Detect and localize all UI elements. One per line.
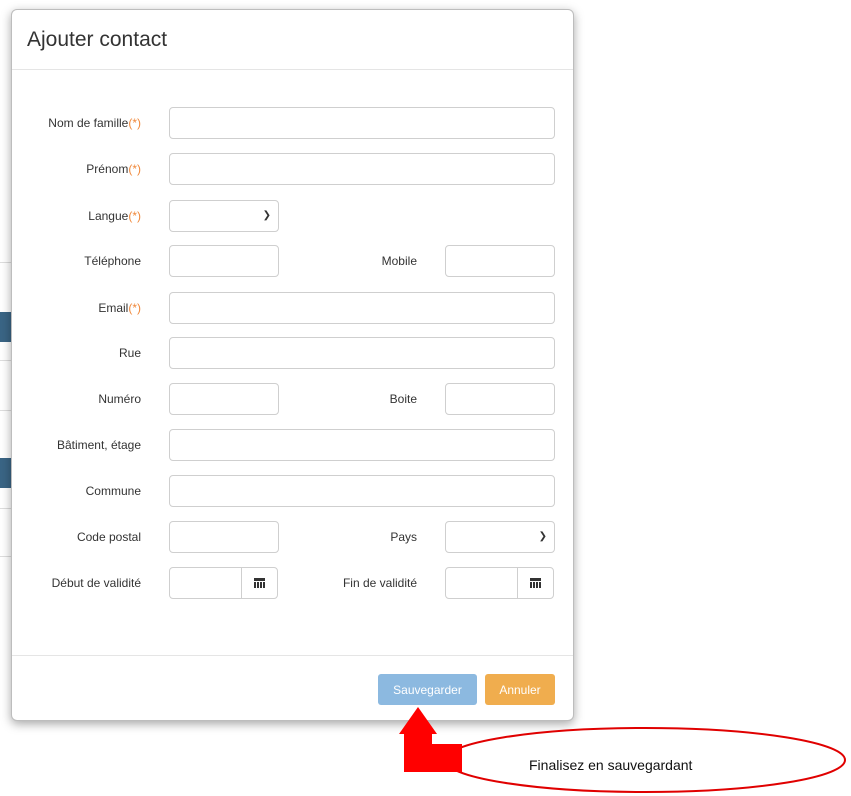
red-arrow-icon: [399, 707, 462, 772]
callout-text: Finalisez en sauvegardant: [529, 757, 693, 773]
annotation-callout: [399, 707, 846, 793]
